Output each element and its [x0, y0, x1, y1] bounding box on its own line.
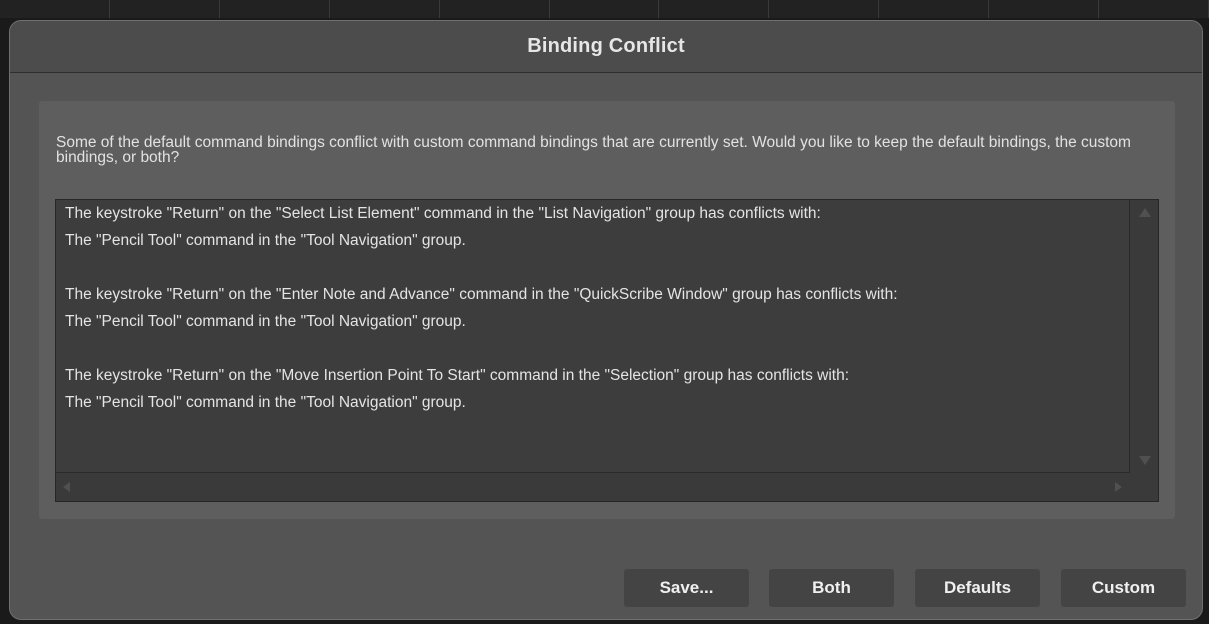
dialog-button-row: Save... Both Defaults Custom	[10, 569, 1202, 609]
conflict-line	[65, 338, 898, 365]
both-button[interactable]: Both	[769, 569, 894, 607]
conflict-line: The "Pencil Tool" command in the "Tool N…	[65, 313, 466, 330]
scroll-down-arrow-icon[interactable]	[1139, 456, 1151, 465]
scroll-right-arrow-icon[interactable]	[1115, 482, 1122, 492]
dialog-message: Some of the default command bindings con…	[56, 134, 1131, 166]
vertical-scrollbar[interactable]	[1130, 200, 1158, 473]
custom-button[interactable]: Custom	[1061, 569, 1186, 607]
conflict-line: The "Pencil Tool" command in the "Tool N…	[65, 232, 466, 249]
conflict-line: The keystroke "Return" on the "Move Inse…	[65, 367, 849, 384]
defaults-button[interactable]: Defaults	[915, 569, 1040, 607]
scroll-left-arrow-icon[interactable]	[63, 482, 70, 492]
save-button[interactable]: Save...	[624, 569, 749, 607]
dialog-titlebar: Binding Conflict	[10, 21, 1202, 73]
conflict-line: The keystroke "Return" on the "Select Li…	[65, 205, 821, 222]
background-window-strip	[0, 0, 1209, 18]
conflict-list-box[interactable]: The keystroke "Return" on the "Select Li…	[55, 199, 1159, 502]
conflict-line: The "Pencil Tool" command in the "Tool N…	[65, 394, 466, 411]
conflict-lines: The keystroke "Return" on the "Select Li…	[65, 203, 898, 419]
dialog-content-panel: Some of the default command bindings con…	[39, 101, 1175, 519]
scroll-up-arrow-icon[interactable]	[1139, 208, 1151, 217]
conflict-line	[65, 257, 898, 284]
conflict-line: The keystroke "Return" on the "Enter Not…	[65, 286, 898, 303]
dialog-title: Binding Conflict	[527, 35, 685, 57]
conflict-text-area[interactable]: The keystroke "Return" on the "Select Li…	[56, 200, 1130, 473]
horizontal-scrollbar[interactable]	[56, 473, 1130, 501]
binding-conflict-dialog: Binding Conflict Some of the default com…	[9, 20, 1203, 620]
